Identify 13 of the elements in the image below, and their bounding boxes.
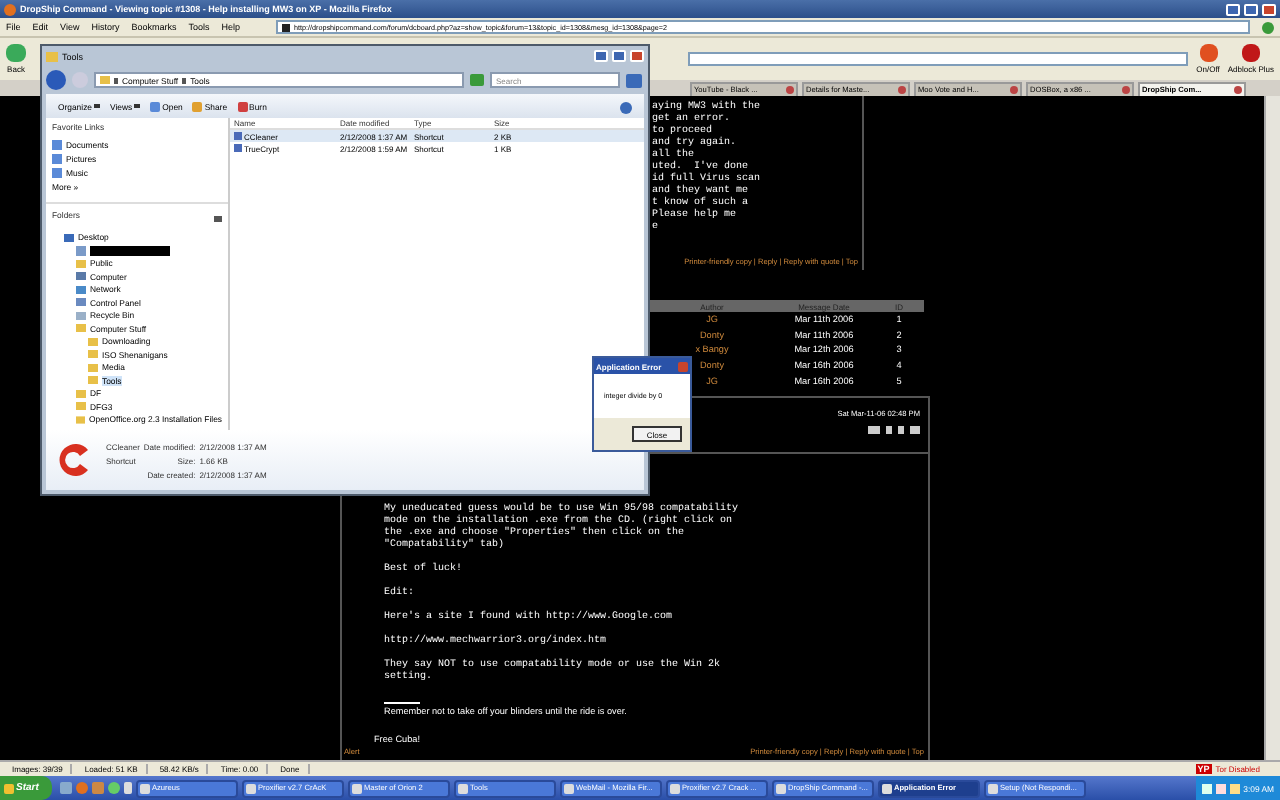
- folder-icon: [76, 259, 86, 268]
- maximize-button[interactable]: [612, 50, 626, 62]
- folder-icon: [46, 51, 58, 61]
- close-button[interactable]: [630, 50, 644, 62]
- folder-icon: [100, 76, 110, 84]
- close-button[interactable]: [1262, 3, 1276, 15]
- minimize-button[interactable]: [594, 50, 608, 62]
- maximize-button[interactable]: [1244, 3, 1258, 15]
- app-logo-icon: [54, 440, 94, 480]
- scrollbar[interactable]: [1264, 96, 1280, 760]
- search-field[interactable]: [688, 52, 1189, 66]
- minimize-button[interactable]: [1226, 3, 1240, 15]
- redacted-bar: [90, 245, 170, 256]
